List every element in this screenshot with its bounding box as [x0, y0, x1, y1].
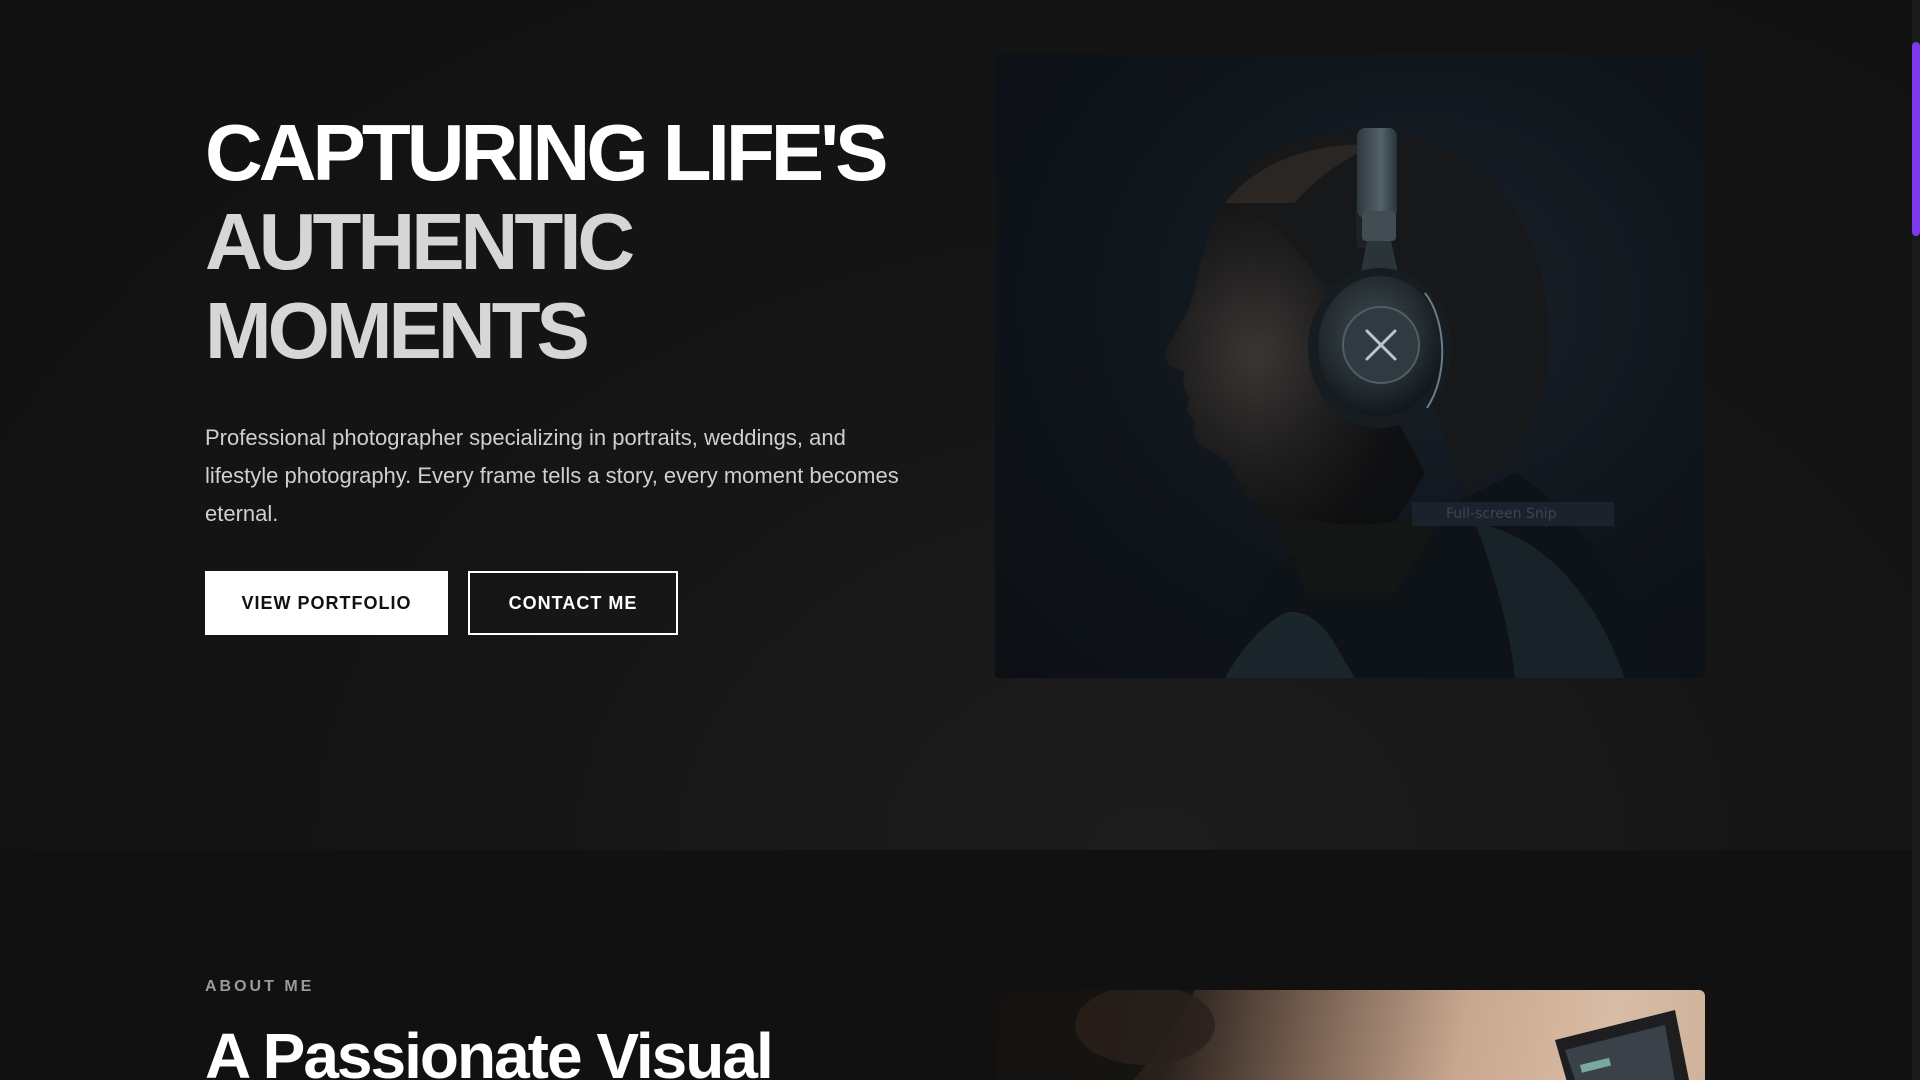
- headline-line-2: AUTHENTIC: [205, 197, 635, 286]
- about-eyebrow: ABOUT ME: [205, 978, 315, 995]
- hero-description: Professional photographer specializing i…: [205, 425, 899, 526]
- hero-cta-row: VIEW PORTFOLIO CONTACT ME: [205, 571, 925, 635]
- about-photo: [995, 990, 1705, 1080]
- about-section: ABOUT ME A Passionate Visual: [0, 850, 1920, 1080]
- page: CAPTURING LIFE'S AUTHENTIC MOMENTS Profe…: [0, 0, 1920, 1080]
- about-title: A Passionate Visual: [205, 1020, 774, 1080]
- hero-content: CAPTURING LIFE'S AUTHENTIC MOMENTS Profe…: [205, 108, 925, 635]
- portrait-illustration: [1164, 128, 1685, 678]
- hero-section: CAPTURING LIFE'S AUTHENTIC MOMENTS Profe…: [0, 0, 1920, 850]
- snip-overlay-label: Full-screen Snip: [1412, 502, 1614, 526]
- hero-headline: CAPTURING LIFE'S AUTHENTIC MOMENTS: [205, 108, 925, 375]
- about-photo-illustration: [995, 990, 1689, 1080]
- headline-line-3: MOMENTS: [205, 286, 590, 375]
- headline-line-1: CAPTURING LIFE'S: [205, 108, 888, 197]
- scrollbar-thumb[interactable]: [1912, 42, 1920, 236]
- hero-photo: Full-screen Snip: [995, 53, 1705, 678]
- view-portfolio-button[interactable]: VIEW PORTFOLIO: [205, 571, 448, 635]
- contact-me-button[interactable]: CONTACT ME: [468, 571, 678, 635]
